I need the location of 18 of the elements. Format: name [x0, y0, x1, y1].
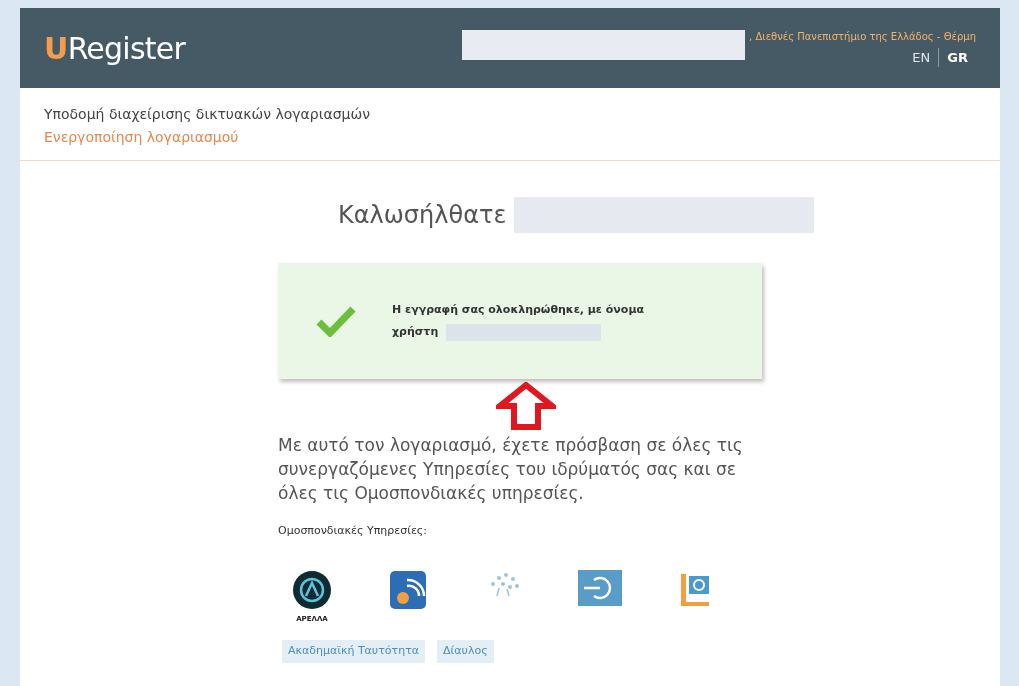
welcome-heading: Καλωσήλθατε: [338, 200, 507, 231]
language-link[interactable]: GR: [938, 47, 976, 68]
language-link[interactable]: EN: [904, 47, 939, 68]
account-description: Με αυτό τον λογαριασμό, έχετε πρόσβαση σε όλες τις συνεργαζόμενες Υπηρεσίες του ιδρύματός σας και σε όλες τις Ομοσπονδιακές υπηρεσίες.: [278, 434, 744, 505]
page-subtitle: Ενεργοποίηση λογαριασμού: [44, 128, 240, 147]
federated-services-title: Ομοσπονδιακές Υπηρεσίες:: [278, 523, 428, 539]
page-title: Υποδομή διαχείρισης δικτυακών λογαριασμών: [44, 105, 371, 124]
wifi-logo-icon: [389, 569, 427, 610]
arrow-icon: [496, 382, 556, 430]
circle-logo-icon: [292, 569, 332, 610]
username-label: χρήστη: [392, 324, 439, 340]
service-link[interactable]: Ακαδημαϊκή Ταυτότητα: [282, 640, 426, 663]
institution-name: , Διεθνές Πανεπιστήμιο της Ελλάδος - Θέρμη: [749, 29, 976, 44]
power-logo-icon: [578, 569, 622, 606]
success-message: Η εγγραφή σας ολοκληρώθηκε, με όνομα: [392, 302, 645, 318]
check-icon: [316, 305, 356, 337]
service-link[interactable]: Δίαυλος: [437, 640, 494, 663]
logo: URegister: [44, 29, 186, 68]
